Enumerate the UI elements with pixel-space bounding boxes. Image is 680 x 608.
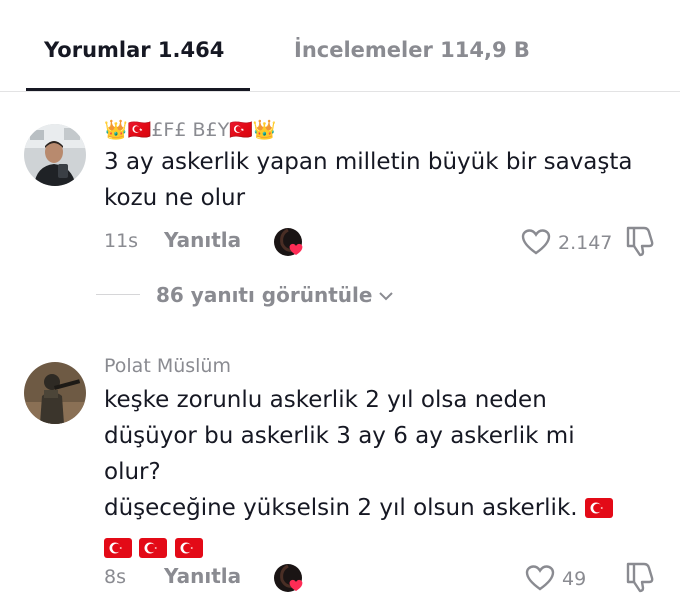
comment-actions: 11s Yanıtla 2.147 [104,222,664,262]
comment-username[interactable]: 👑🇹🇷£F£ B£Y🇹🇷👑 [104,118,277,142]
comment-text-line-content: düşeceğine yükselsin 2 yıl olsun askerli… [104,495,578,521]
comment-text: 3 ay askerlik yapan milletin büyük bir s… [104,149,633,211]
like-count: 2.147 [558,232,613,254]
heart-icon[interactable] [520,226,552,258]
like-control[interactable]: 49 [524,560,624,596]
comment-text-line: düşeceğine yükselsin 2 yıl olsun askerli… [104,490,664,526]
comment-time: 11s [104,230,139,252]
comment-time: 8s [104,566,126,588]
turkey-flag-icon [104,538,132,558]
comment-actions: 8s Yanıtla 49 [104,558,664,598]
creator-liked-icon [272,224,308,260]
comment-text-line: düşüyor bu askerlik 3 ay 6 ay askerlik m… [104,423,575,449]
dislike-icon[interactable] [624,224,656,258]
comment-username[interactable]: Polat Müslüm [104,354,231,378]
turkey-flag-icon [174,538,203,558]
turkey-flag-icon [584,498,613,518]
comment-text-line: keşke zorunlu askerlik 2 yıl olsa neden [104,387,547,413]
comment-text: keşke zorunlu askerlik 2 yıl olsa neden … [104,382,664,566]
chevron-down-icon [379,292,393,301]
heart-icon[interactable] [524,562,556,594]
tab-comments[interactable]: Yorumlar 1.464 [44,36,224,64]
avatar[interactable] [24,362,86,424]
dislike-icon[interactable] [624,560,656,594]
reply-button[interactable]: Yanıtla [164,228,241,252]
avatar[interactable] [24,124,86,186]
turkey-flag-icon [139,538,168,558]
reply-button[interactable]: Yanıtla [164,564,241,588]
comment-tabs: Yorumlar 1.464 İncelemeler 114,9 B [0,0,680,92]
active-tab-indicator [26,88,250,91]
tab-reviews[interactable]: İncelemeler 114,9 B [294,36,530,64]
like-count: 49 [562,568,587,590]
comment-text-line: olur? [104,459,161,485]
divider-line [96,294,140,295]
creator-liked-icon [272,560,308,596]
comment-item: 👑🇹🇷£F£ B£Y🇹🇷👑 3 ay askerlik yapan millet… [0,110,680,310]
view-replies-label: 86 yanıtı görüntüle [156,283,373,307]
comment-item: Polat Müslüm keşke zorunlu askerlik 2 yı… [0,340,680,608]
